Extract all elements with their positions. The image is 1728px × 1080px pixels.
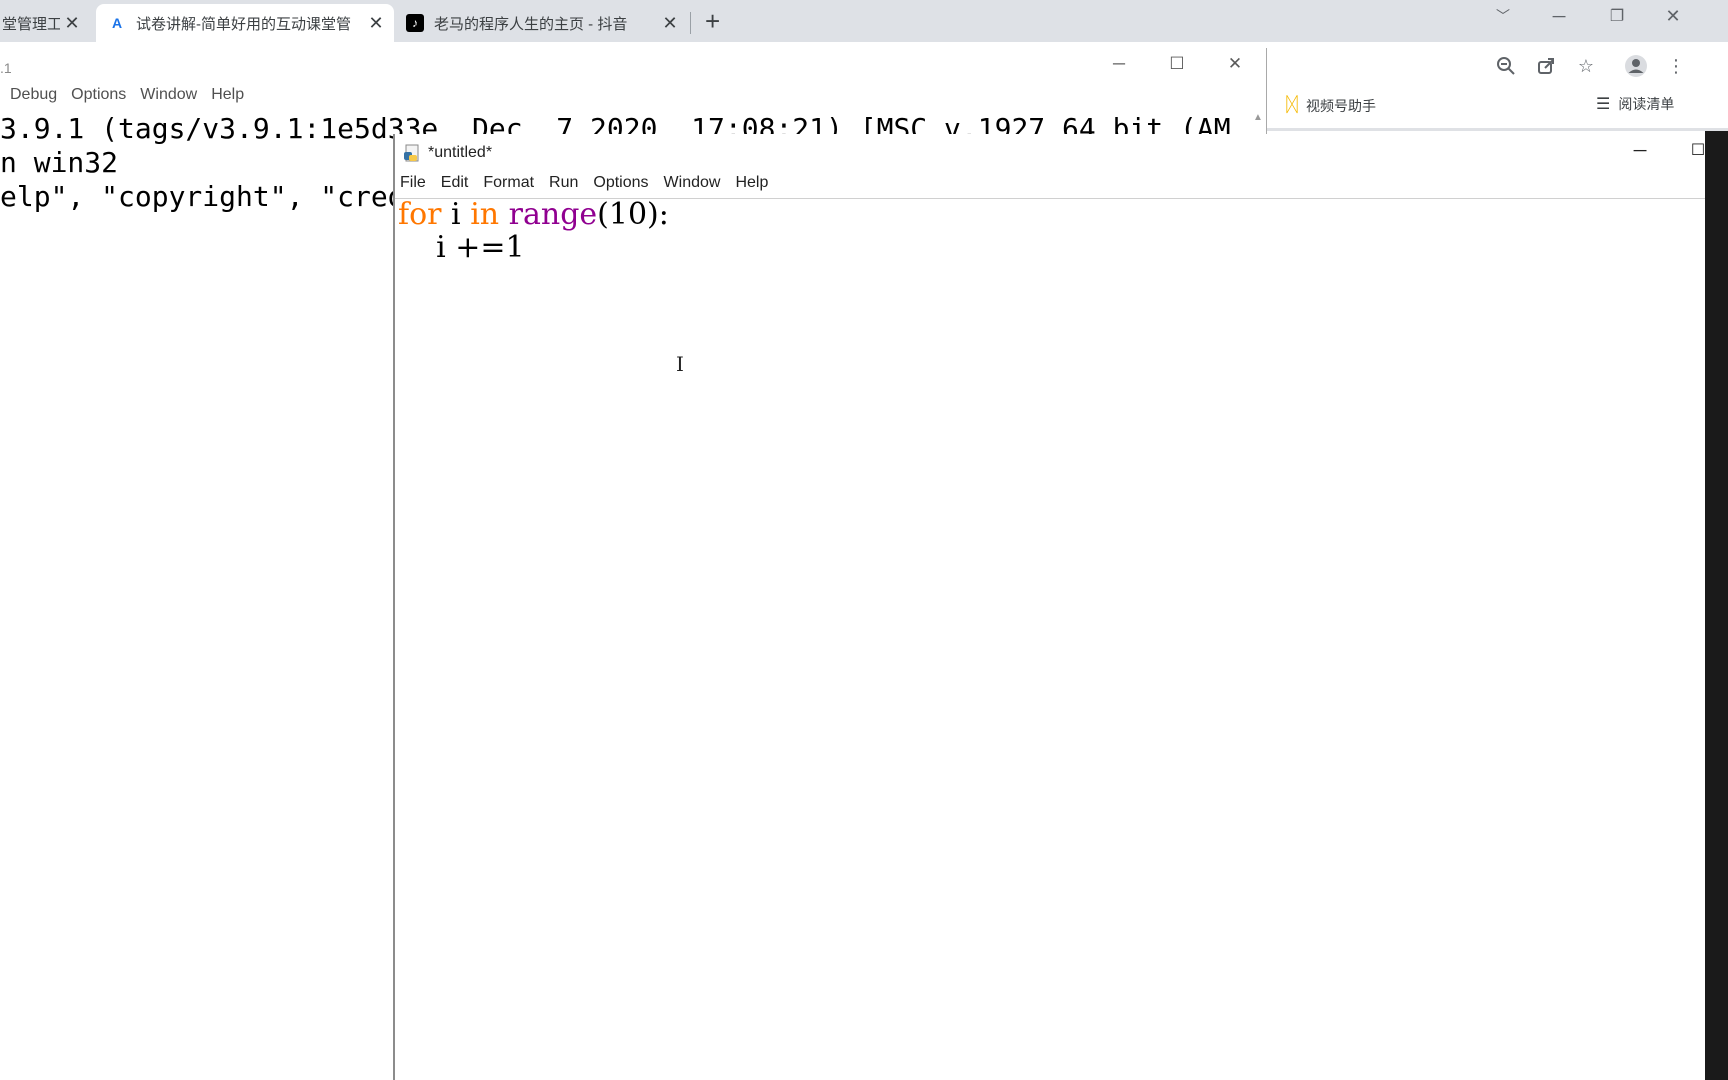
- bookmark-star-icon[interactable]: ☆: [1572, 52, 1600, 80]
- reading-list-icon: ☰: [1596, 96, 1611, 113]
- tab-title: 堂管理工: [2, 15, 60, 33]
- profile-icon[interactable]: [1622, 52, 1650, 80]
- menu-file[interactable]: File: [400, 174, 426, 198]
- editor-titlebar: [395, 136, 1705, 172]
- text-cursor-icon: I: [676, 352, 684, 376]
- editor-window-title: *untitled*: [428, 144, 493, 161]
- butterfly-icon: ᛞ: [1286, 94, 1298, 116]
- browser-tab-bar: 堂管理工 ✕ A 试卷讲解-简单好用的互动课堂管 ✕ ♪ 老马的程序人生的主页 …: [0, 0, 1728, 42]
- browser-tab-3[interactable]: ♪ 老马的程序人生的主页 - 抖音 ✕: [394, 4, 688, 42]
- share-icon[interactable]: [1532, 52, 1560, 80]
- browser-tab-2[interactable]: A 试卷讲解-简单好用的互动课堂管 ✕: [96, 4, 394, 42]
- screen-edge: [1705, 131, 1728, 1080]
- menu-options[interactable]: Options: [71, 86, 126, 112]
- code-line-2: i +=1: [398, 230, 525, 265]
- close-icon[interactable]: ✕: [658, 13, 682, 34]
- menu-window[interactable]: Window: [140, 86, 197, 112]
- minimize-icon[interactable]: ─: [1534, 6, 1584, 27]
- tiktok-icon: ♪: [406, 14, 424, 32]
- keyword-token: for: [398, 197, 442, 232]
- editor-menu-bar: File Edit Format Run Options Window Help: [400, 174, 783, 198]
- code-editor[interactable]: for i in range(10): i +=1: [398, 198, 669, 264]
- menu-help[interactable]: Help: [211, 86, 244, 112]
- idle-editor-window: [393, 134, 1728, 1080]
- bookmark-item[interactable]: ☰ 阅读清单: [1596, 94, 1674, 114]
- restore-icon[interactable]: ❐: [1592, 6, 1642, 26]
- keyword-token: in: [470, 197, 500, 232]
- new-tab-button[interactable]: +: [705, 6, 720, 37]
- tab-title: 试卷讲解-简单好用的互动课堂管: [136, 15, 351, 33]
- code-line-1: for i in range(10):: [398, 198, 669, 231]
- bookmark-item[interactable]: ᛞ 视频号助手: [1286, 94, 1376, 117]
- minimize-icon[interactable]: ─: [1620, 140, 1660, 161]
- bookmark-label: 视频号助手: [1306, 97, 1376, 114]
- maximize-icon[interactable]: ☐: [1152, 54, 1202, 74]
- close-window-icon[interactable]: ✕: [1210, 54, 1260, 74]
- tab-separator: [690, 12, 691, 34]
- tab-search-icon[interactable]: ﹀: [1478, 6, 1528, 26]
- browser-tab-1[interactable]: 堂管理工 ✕: [0, 4, 90, 42]
- builtin-token: range: [508, 197, 598, 232]
- zoom-icon[interactable]: [1492, 52, 1520, 80]
- menu-debug[interactable]: Debug: [10, 86, 57, 112]
- python-file-icon: [404, 144, 419, 162]
- menu-window[interactable]: Window: [664, 174, 721, 198]
- menu-format[interactable]: Format: [483, 174, 534, 198]
- scroll-up-icon[interactable]: ▲: [1250, 112, 1266, 132]
- menu-options[interactable]: Options: [593, 174, 648, 198]
- toolbar-divider: [1264, 128, 1728, 131]
- a-logo-icon: A: [111, 15, 123, 31]
- bookmark-label: 阅读清单: [1618, 96, 1675, 112]
- tab-title: 老马的程序人生的主页 - 抖音: [434, 15, 628, 33]
- shell-window-title: .1: [0, 60, 12, 76]
- identifier-token: i: [441, 197, 471, 232]
- menu-kebab-icon[interactable]: ⋮: [1662, 52, 1690, 80]
- punct-token: (10):: [597, 197, 669, 232]
- close-icon[interactable]: ✕: [364, 13, 388, 34]
- shell-menu-bar: Debug Options Window Help: [0, 86, 258, 112]
- menu-help[interactable]: Help: [735, 174, 768, 198]
- close-window-icon[interactable]: ✕: [1648, 6, 1698, 27]
- menu-edit[interactable]: Edit: [441, 174, 469, 198]
- minimize-icon[interactable]: ─: [1094, 54, 1144, 74]
- shell-titlebar: [0, 48, 1266, 86]
- close-icon[interactable]: ✕: [60, 13, 84, 34]
- menu-run[interactable]: Run: [549, 174, 578, 198]
